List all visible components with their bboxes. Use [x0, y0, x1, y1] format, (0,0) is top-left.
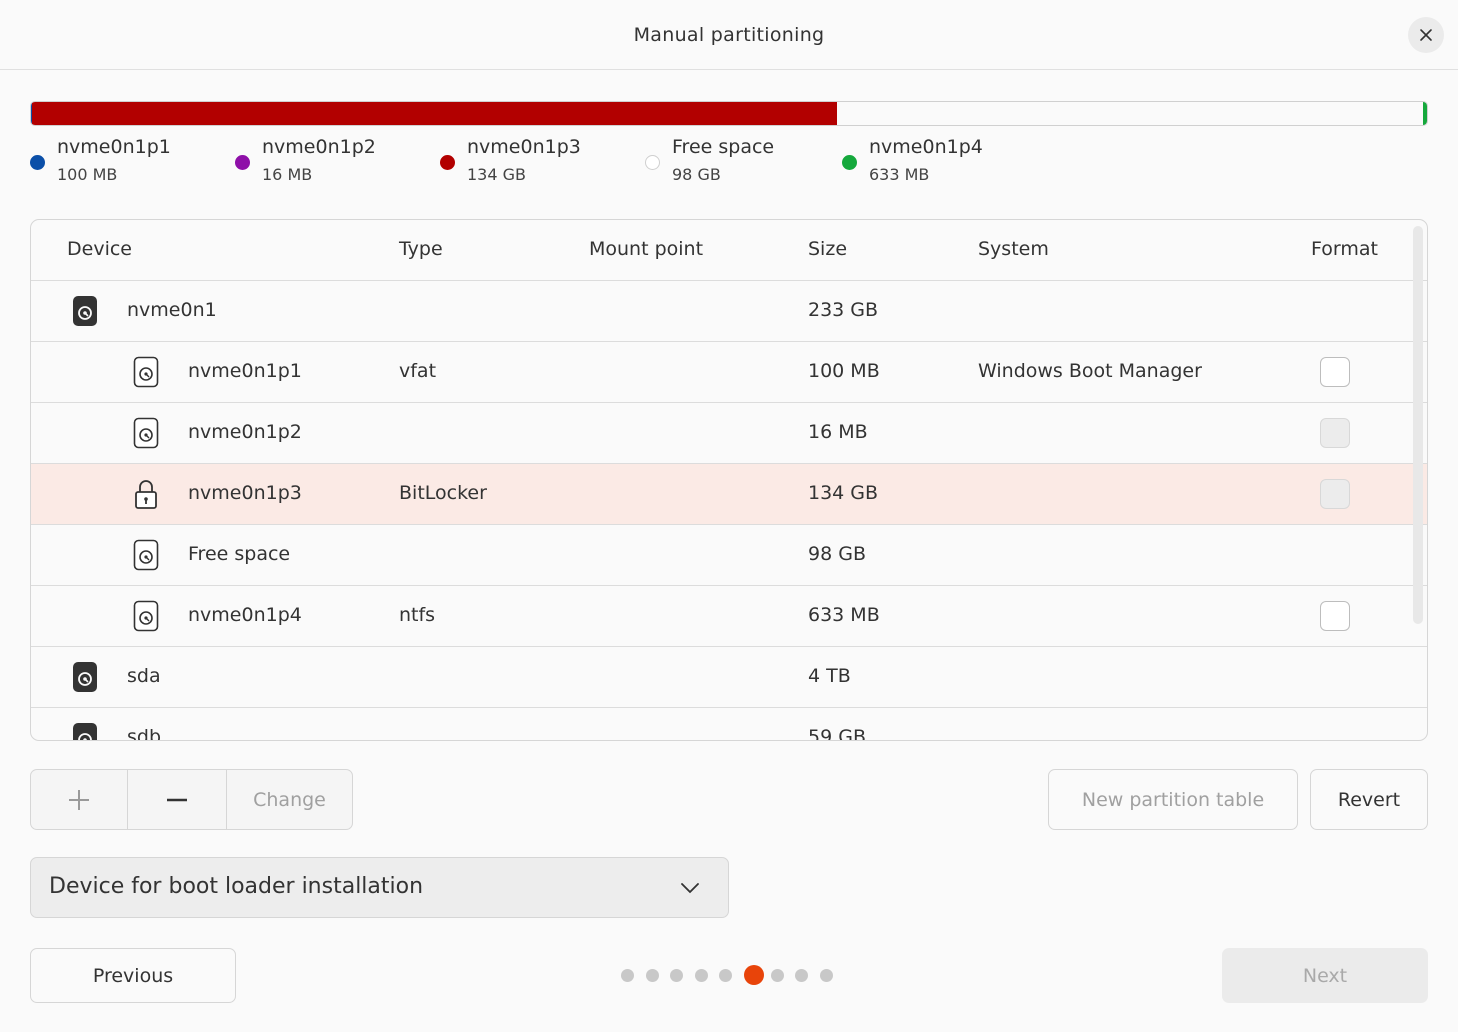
step-dot [795, 969, 808, 982]
column-header-type[interactable]: Type [399, 238, 443, 260]
disk-icon [73, 662, 97, 692]
legend-color-dot [440, 155, 455, 170]
table-scrollbar[interactable] [1413, 226, 1423, 624]
format-checkbox [1320, 418, 1350, 448]
device-name: nvme0n1p2 [188, 421, 302, 443]
close-icon [1420, 29, 1432, 41]
partition-size: 16 MB [808, 421, 868, 443]
legend-name: nvme0n1p1 [57, 136, 171, 158]
format-checkbox [1320, 479, 1350, 509]
column-header-format[interactable]: Format [1311, 238, 1378, 260]
partition-action-group: Change [30, 769, 353, 830]
revert-button[interactable]: Revert [1310, 769, 1428, 830]
next-button[interactable]: Next [1222, 948, 1428, 1003]
device-name: nvme0n1 [127, 299, 217, 321]
column-header-device[interactable]: Device [67, 238, 132, 260]
title-bar: Manual partitioning [0, 0, 1458, 70]
window-title: Manual partitioning [633, 23, 825, 46]
column-header-mount-point[interactable]: Mount point [589, 238, 703, 260]
partition-type: ntfs [399, 604, 436, 626]
legend-color-dot [645, 155, 660, 170]
step-dot [719, 969, 732, 982]
partition-legend: nvme0n1p1 100 MB nvme0n1p2 16 MB nvme0n1p3 13… [30, 136, 1030, 192]
legend-name: nvme0n1p2 [262, 136, 376, 158]
column-header-size[interactable]: Size [808, 238, 847, 260]
column-header-system[interactable]: System [978, 238, 1049, 260]
change-button-label: Change [253, 788, 326, 811]
previous-button[interactable]: Previous [30, 948, 236, 1003]
lock-icon [135, 480, 157, 509]
device-name: sdb [127, 726, 162, 741]
device-name: nvme0n1p4 [188, 604, 302, 626]
legend-size: 134 GB [467, 165, 526, 184]
legend-color-dot [30, 155, 45, 170]
legend-size: 98 GB [672, 165, 721, 184]
partition-type: vfat [399, 360, 437, 382]
partition-size: 633 MB [808, 604, 880, 626]
disk-usage-bar [30, 101, 1428, 126]
device-name: nvme0n1p1 [188, 360, 302, 382]
change-partition-button[interactable]: Change [227, 770, 352, 829]
usage-segment [31, 102, 838, 125]
format-checkbox[interactable] [1320, 357, 1350, 387]
disk-icon [73, 296, 97, 326]
legend-name: Free space [672, 136, 775, 158]
partition-size: 59 GB [808, 726, 866, 741]
partition-system: Windows Boot Manager [978, 360, 1202, 382]
table-row[interactable]: Free space 98 GB [31, 525, 1427, 586]
remove-partition-button[interactable] [128, 770, 227, 829]
table-row[interactable]: nvme0n1p3 BitLocker 134 GB [31, 464, 1427, 525]
disk-icon [73, 723, 97, 740]
step-dot [645, 969, 659, 982]
new-partition-table-button[interactable]: New partition table [1048, 769, 1298, 830]
device-name: nvme0n1p3 [188, 482, 302, 504]
partition-table: Device Type Mount point Size System Form… [30, 219, 1428, 741]
boot-loader-device-label: Device for boot loader installation [49, 874, 424, 899]
legend-size: 16 MB [262, 165, 313, 184]
partition-size: 4 TB [808, 665, 851, 687]
partition-size: 134 GB [808, 482, 879, 504]
legend-color-dot [842, 155, 857, 170]
step-dot [770, 969, 784, 982]
table-row[interactable]: nvme0n1p2 16 MB [31, 403, 1427, 464]
add-partition-button[interactable] [31, 770, 128, 829]
partition-icon [133, 417, 159, 449]
legend-size: 633 MB [869, 165, 930, 184]
legend-name: nvme0n1p3 [467, 136, 581, 158]
step-dot [670, 969, 683, 982]
legend-size: 100 MB [57, 165, 118, 184]
boot-loader-device-dropdown[interactable]: Device for boot loader installation [30, 857, 729, 918]
device-name: Free space [188, 543, 291, 565]
partition-type: BitLocker [399, 482, 487, 504]
format-checkbox[interactable] [1320, 601, 1350, 631]
usage-segment [1423, 102, 1427, 125]
legend-color-dot [235, 155, 250, 170]
partition-size: 233 GB [808, 299, 879, 321]
step-dot [694, 969, 708, 982]
table-header: Device Type Mount point Size System Form… [31, 220, 1427, 281]
table-row[interactable]: nvme0n1p4 ntfs 633 MB [31, 586, 1427, 647]
step-dot [819, 969, 833, 982]
step-dot [621, 969, 634, 982]
usage-segment [837, 102, 1424, 125]
close-button[interactable] [1408, 17, 1444, 53]
partition-icon [133, 356, 159, 388]
table-row[interactable]: sdb 59 GB [31, 708, 1427, 741]
legend-name: nvme0n1p4 [869, 136, 983, 158]
partition-size: 100 MB [808, 360, 880, 382]
step-dot-active [743, 965, 764, 985]
chevron-down-icon [681, 883, 699, 894]
minus-icon [167, 798, 187, 801]
partition-icon [133, 539, 159, 571]
plus-icon [69, 789, 89, 810]
table-row[interactable]: nvme0n1p1 vfat 100 MB Windows Boot Manager [31, 342, 1427, 403]
table-row[interactable]: sda 4 TB [31, 647, 1427, 708]
device-name: sda [127, 665, 161, 687]
partition-size: 98 GB [808, 543, 866, 565]
step-indicator [621, 965, 851, 987]
table-row[interactable]: nvme0n1 233 GB [31, 281, 1427, 342]
partition-icon [133, 600, 159, 632]
